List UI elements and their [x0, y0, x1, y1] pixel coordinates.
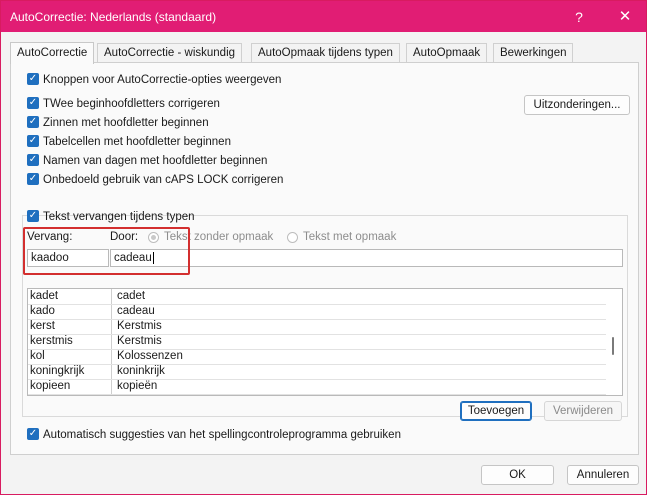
highlight-box: [23, 227, 190, 275]
ok-button[interactable]: OK: [481, 465, 554, 485]
title-bar: AutoCorrectie: Nederlands (standaard) ? …: [1, 1, 646, 32]
radio-formatted-label: Tekst met opmaak: [303, 231, 397, 243]
two-caps-label: TWee beginhoofdletters corrigeren: [43, 98, 220, 110]
suggestions-label: Automatisch suggesties van het spellingc…: [43, 429, 401, 441]
entry-to: cadeau: [117, 305, 155, 317]
window-title: AutoCorrectie: Nederlands (standaard): [10, 10, 217, 24]
replacement-list[interactable]: kadet cadet kado cadeau kerst Kerstmis k…: [27, 288, 623, 396]
checkbox-checked-icon[interactable]: ✓: [27, 135, 39, 147]
help-icon[interactable]: ?: [559, 3, 599, 31]
replace-text-label: Tekst vervangen tijdens typen: [43, 211, 195, 223]
show-buttons-label: Knoppen voor AutoCorrectie-opties weerge…: [43, 74, 282, 86]
replace-text-option[interactable]: ✓ Tekst vervangen tijdens typen: [27, 210, 195, 225]
tab-autoopmaak[interactable]: AutoOpmaak: [406, 43, 488, 63]
entry-to: koninkrijk: [117, 365, 165, 377]
tab-autocorrectie-wiskundig[interactable]: AutoCorrectie - wiskundig: [97, 43, 243, 63]
checkbox-checked-icon[interactable]: ✓: [27, 154, 39, 166]
list-item[interactable]: kadet cadet: [28, 289, 606, 305]
checkbox-checked-icon[interactable]: ✓: [27, 116, 39, 128]
entry-from: kadet: [30, 290, 59, 302]
day-names-label: Namen van dagen met hoofdletter beginnen: [43, 155, 268, 167]
entry-to: Kolossenzen: [117, 350, 183, 362]
checkbox-checked-icon[interactable]: ✓: [27, 428, 39, 440]
entry-to: Kerstmis: [117, 335, 162, 347]
entry-from: kado: [30, 305, 55, 317]
checkbox-checked-icon[interactable]: ✓: [27, 73, 39, 85]
scrollbar-thumb[interactable]: [612, 337, 614, 355]
entry-to: kopieën: [117, 380, 158, 392]
tab-bewerkingen[interactable]: Bewerkingen: [493, 43, 574, 63]
list-item[interactable]: kopieen kopieën: [28, 379, 606, 395]
checkbox-checked-icon[interactable]: ✓: [27, 210, 39, 222]
list-item[interactable]: kol Kolossenzen: [28, 349, 606, 365]
table-cells-label: Tabelcellen met hoofdletter beginnen: [43, 136, 231, 148]
checkbox-checked-icon[interactable]: ✓: [27, 173, 39, 185]
entry-from: kerst: [30, 320, 55, 332]
entry-to: Kerstmis: [117, 320, 162, 332]
caps-lock-label: Onbedoeld gebruik van cAPS LOCK corriger…: [43, 174, 284, 186]
autocorrect-dialog: AutoCorrectie: Nederlands (standaard) ? …: [0, 0, 647, 495]
exceptions-button[interactable]: Uitzonderingen...: [524, 95, 630, 115]
list-item[interactable]: koningkrijk koninkrijk: [28, 364, 606, 380]
entry-to: cadet: [117, 290, 146, 302]
list-item[interactable]: kerst Kerstmis: [28, 319, 606, 335]
entry-from: kerstmis: [30, 335, 73, 347]
tab-autocorrectie[interactable]: AutoCorrectie: [10, 42, 95, 64]
sentences-label: Zinnen met hoofdletter beginnen: [43, 117, 209, 129]
list-item[interactable]: kerstmis Kerstmis: [28, 334, 606, 350]
delete-button[interactable]: Verwijderen: [544, 401, 622, 421]
tab-panel: ✓ Knoppen voor AutoCorrectie-opties weer…: [10, 62, 639, 455]
close-icon[interactable]: ✕: [605, 3, 645, 31]
entry-from: koningkrijk: [30, 365, 85, 377]
cancel-button[interactable]: Annuleren: [567, 465, 639, 485]
radio-formatted-icon[interactable]: [287, 232, 298, 243]
entry-from: kol: [30, 350, 45, 362]
list-item[interactable]: kado cadeau: [28, 304, 606, 320]
add-button[interactable]: Toevoegen: [460, 401, 532, 421]
checkbox-checked-icon[interactable]: ✓: [27, 97, 39, 109]
entry-from: kopieen: [30, 380, 71, 392]
tab-autoopmaak-tijdens-typen[interactable]: AutoOpmaak tijdens typen: [251, 43, 400, 63]
